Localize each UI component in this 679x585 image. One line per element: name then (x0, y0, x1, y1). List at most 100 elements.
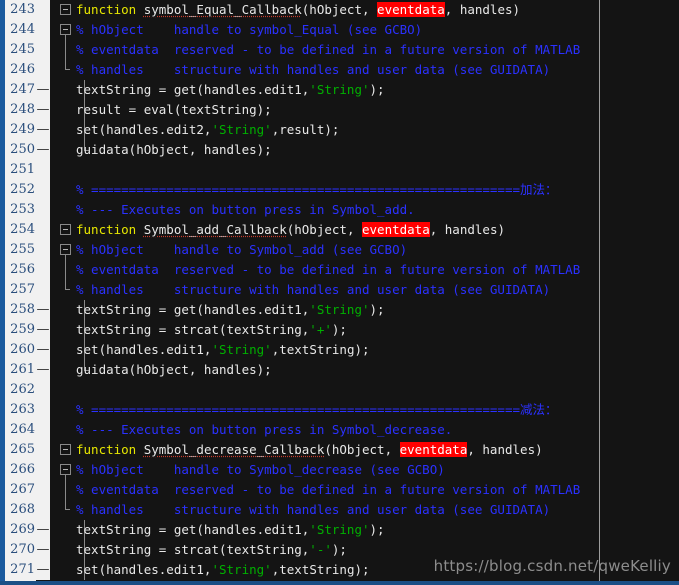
code-line-text[interactable]: textString = get(handles.edit1,'String')… (76, 520, 385, 540)
executable-line-marker[interactable] (36, 480, 50, 500)
executable-line-marker[interactable]: — (36, 320, 50, 340)
executable-line-marker[interactable] (36, 400, 50, 420)
code-line-text[interactable]: % hObject handle to symbol_Equal (see GC… (76, 20, 422, 40)
code-line[interactable]: 257 % handles structure with handles and … (0, 280, 679, 300)
code-fold-toggle-icon[interactable] (60, 4, 71, 15)
code-line-text[interactable]: % ======================================… (76, 180, 558, 200)
matlab-editor[interactable]: 243 function symbol_Equal_Callback(hObjec… (0, 0, 679, 585)
code-token-str: 'String' (211, 562, 272, 577)
code-line[interactable]: 252 % ===================================… (0, 180, 679, 200)
code-line-text[interactable]: function symbol_Equal_Callback(hObject, … (76, 0, 520, 20)
code-line-text[interactable]: % --- Executes on button press in Symbol… (76, 200, 415, 220)
code-line[interactable]: 266 % hObject handle to Symbol_decrease (… (0, 460, 679, 480)
code-token-hl: eventdata (377, 2, 445, 17)
executable-line-marker[interactable] (36, 180, 50, 200)
code-line-text[interactable]: textString = get(handles.edit1,'String')… (76, 80, 385, 100)
code-fold-toggle-icon[interactable] (60, 224, 71, 235)
code-line[interactable]: 247— textString = get(handles.edit1,'Stri… (0, 80, 679, 100)
code-line-text[interactable]: % eventdata reserved - to be defined in … (76, 40, 580, 60)
executable-line-marker[interactable]: — (36, 140, 50, 160)
code-line-text[interactable]: % --- Executes on button press in Symbol… (76, 420, 452, 440)
code-line[interactable]: 265 function Symbol_decrease_Callback(hOb… (0, 440, 679, 460)
code-line[interactable]: 253 % --- Executes on button press in Sym… (0, 200, 679, 220)
line-number: 271 (10, 562, 35, 577)
code-line[interactable]: 258— textString = get(handles.edit1,'Stri… (0, 300, 679, 320)
code-line-text[interactable]: % handles structure with handles and use… (76, 60, 550, 80)
code-line-text[interactable]: textString = strcat(textString,'-'); (76, 540, 347, 560)
code-line[interactable]: 254 function Symbol_add_Callback(hObject,… (0, 220, 679, 240)
code-fold-toggle-icon[interactable] (60, 244, 71, 255)
code-line[interactable]: 267 % eventdata reserved - to be defined … (0, 480, 679, 500)
code-line[interactable]: 260— set(handles.edit1,'String',textStrin… (0, 340, 679, 360)
code-line[interactable]: 248— result = eval(textString); (0, 100, 679, 120)
code-token-cmt: % eventdata reserved - to be defined in … (76, 262, 581, 277)
code-line-text[interactable]: % handles structure with handles and use… (76, 500, 550, 520)
code-line-text[interactable]: result = eval(textString); (76, 100, 272, 120)
executable-line-marker[interactable] (36, 280, 50, 300)
code-line-text[interactable]: function Symbol_decrease_Callback(hObjec… (76, 440, 543, 460)
executable-line-marker[interactable] (36, 500, 50, 520)
code-line-text[interactable]: % eventdata reserved - to be defined in … (76, 260, 580, 280)
code-line[interactable]: 255 % hObject handle to Symbol_add (see G… (0, 240, 679, 260)
code-line-text[interactable]: function Symbol_add_Callback(hObject, ev… (76, 220, 505, 240)
executable-line-marker[interactable]: — (36, 120, 50, 140)
executable-line-marker[interactable] (36, 440, 50, 460)
executable-line-marker[interactable]: — (36, 360, 50, 380)
code-line-text[interactable]: textString = strcat(textString,'+'); (76, 320, 347, 340)
code-line[interactable]: 243 function symbol_Equal_Callback(hObjec… (0, 0, 679, 20)
code-line[interactable]: 263 % ===================================… (0, 400, 679, 420)
code-fold-toggle-icon[interactable] (60, 464, 71, 475)
code-token-plain: , handles) (444, 2, 521, 17)
code-line-text[interactable]: set(handles.edit1,'String',textString); (76, 340, 370, 360)
code-fold-toggle-icon[interactable] (60, 24, 71, 35)
code-line-text[interactable]: guidata(hObject, handles); (76, 360, 272, 380)
executable-line-marker[interactable]: — (36, 300, 50, 320)
code-line[interactable]: 244 % hObject handle to symbol_Equal (see… (0, 20, 679, 40)
code-line[interactable]: 261— guidata(hObject, handles); (0, 360, 679, 380)
code-line-text[interactable]: textString = get(handles.edit1,'String')… (76, 300, 385, 320)
code-line-text[interactable]: % handles structure with handles and use… (76, 280, 550, 300)
executable-line-marker[interactable] (36, 40, 50, 60)
code-line[interactable]: 264 % --- Executes on button press in Sym… (0, 420, 679, 440)
code-line-text[interactable]: set(handles.edit1,'String',textString); (76, 560, 370, 580)
code-line[interactable]: 270— textString = strcat(textString,'-'); (0, 540, 679, 560)
code-line[interactable]: 250— guidata(hObject, handles); (0, 140, 679, 160)
code-line[interactable]: 251 (0, 160, 679, 180)
code-line[interactable]: 259— textString = strcat(textString,'+'); (0, 320, 679, 340)
code-line[interactable]: 249— set(handles.edit2,'String',result); (0, 120, 679, 140)
executable-line-marker[interactable]: — (36, 100, 50, 120)
executable-line-marker[interactable] (36, 0, 50, 20)
executable-line-marker[interactable] (36, 420, 50, 440)
executable-line-marker[interactable] (36, 240, 50, 260)
code-line[interactable]: 256 % eventdata reserved - to be defined … (0, 260, 679, 280)
code-line-text[interactable]: % eventdata reserved - to be defined in … (76, 480, 580, 500)
executable-line-marker[interactable] (36, 200, 50, 220)
code-line-text[interactable]: % hObject handle to Symbol_decrease (see… (76, 460, 445, 480)
code-line-text[interactable]: set(handles.edit2,'String',result); (76, 120, 339, 140)
code-line[interactable]: 245 % eventdata reserved - to be defined … (0, 40, 679, 60)
executable-line-marker[interactable] (36, 220, 50, 240)
executable-line-marker[interactable]: — (36, 520, 50, 540)
code-line-text[interactable]: % ======================================… (76, 400, 558, 420)
code-line[interactable]: 269— textString = get(handles.edit1,'Stri… (0, 520, 679, 540)
code-line-text[interactable]: % hObject handle to Symbol_add (see GCBO… (76, 240, 407, 260)
executable-line-marker[interactable] (36, 20, 50, 40)
executable-line-marker[interactable] (36, 60, 50, 80)
code-line[interactable]: 271— set(handles.edit1,'String',textStrin… (0, 560, 679, 580)
executable-line-marker[interactable]: — (36, 540, 50, 560)
code-surface[interactable]: 243 function symbol_Equal_Callback(hObjec… (0, 0, 679, 585)
executable-line-marker[interactable] (36, 160, 50, 180)
code-line[interactable]: 268 % handles structure with handles and … (0, 500, 679, 520)
horizontal-scrollbar[interactable] (0, 581, 679, 585)
code-line[interactable]: 262 (0, 380, 679, 400)
executable-line-marker[interactable]: — (36, 80, 50, 100)
executable-line-marker[interactable] (36, 380, 50, 400)
code-line[interactable]: 246 % handles structure with handles and … (0, 60, 679, 80)
executable-line-marker[interactable]: — (36, 340, 50, 360)
code-fold-toggle-icon[interactable] (60, 444, 71, 455)
executable-line-marker[interactable]: — (36, 560, 50, 580)
executable-line-marker[interactable] (36, 460, 50, 480)
code-line-text[interactable]: guidata(hObject, handles); (76, 140, 272, 160)
line-number: 257 (10, 282, 35, 297)
executable-line-marker[interactable] (36, 260, 50, 280)
